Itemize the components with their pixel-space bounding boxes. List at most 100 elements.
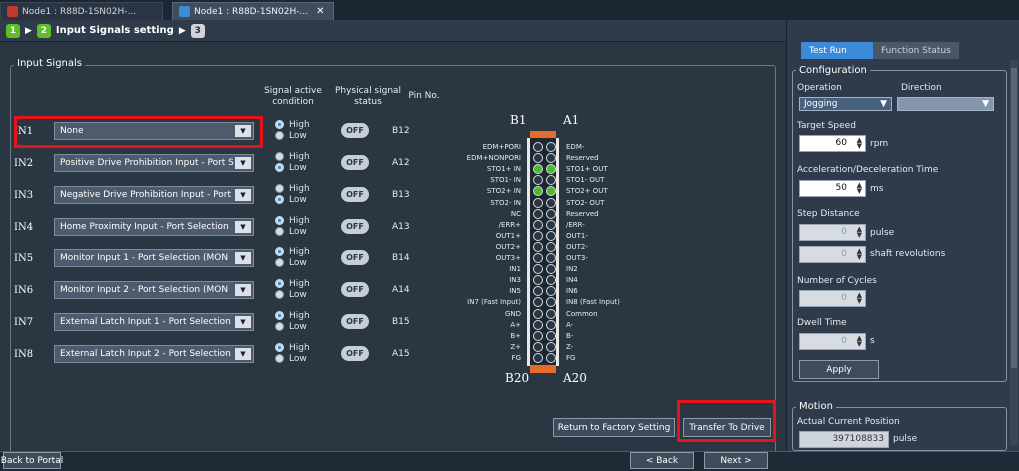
connector-pin	[533, 208, 543, 219]
physical-status-indicator: OFF	[341, 314, 369, 329]
connector-pin	[546, 253, 556, 263]
spin-arrows-icon[interactable]: ▲ ▼	[857, 248, 862, 261]
radio-dot	[275, 152, 284, 161]
back-to-portal-button[interactable]: Back to Portal	[1, 452, 63, 469]
connector-pin	[546, 352, 556, 363]
input-function-select[interactable]: External Latch Input 1 - Port Selection ▼	[54, 313, 254, 331]
step-label: Input Signals setting	[55, 25, 174, 36]
configuration-title: Configuration	[796, 65, 870, 76]
radio-high[interactable]: High	[275, 310, 330, 321]
radio-dot	[275, 290, 284, 299]
radio-dot	[275, 184, 284, 193]
radio-dot	[275, 258, 284, 267]
target-speed-input[interactable]: 60 ▲ ▼	[799, 135, 866, 152]
connector-label-left: STO1+ IN	[486, 165, 521, 174]
radio-high[interactable]: High	[275, 183, 330, 194]
physical-status-indicator: OFF	[341, 155, 369, 170]
direction-select[interactable]: ▼	[897, 97, 994, 111]
next-button[interactable]: Next >	[704, 452, 768, 469]
scrollbar-thumb[interactable]	[1011, 68, 1017, 368]
radio-low[interactable]: Low	[275, 194, 330, 205]
spin-arrows-icon[interactable]: ▲ ▼	[857, 226, 862, 239]
chevron-down-icon[interactable]: ▼	[235, 189, 251, 201]
chevron-down-icon[interactable]: ▼	[235, 157, 251, 169]
input-function-select[interactable]: Positive Drive Prohibition Input - Port …	[54, 154, 254, 172]
radio-low-label: Low	[289, 130, 307, 141]
chevron-down-icon[interactable]: ▼	[235, 221, 251, 233]
connector-pin	[546, 319, 556, 330]
spin-arrows-icon[interactable]: ▲ ▼	[857, 137, 862, 150]
input-function-select[interactable]: External Latch Input 2 - Port Selection ▼	[54, 345, 254, 363]
step-rev-input[interactable]: 0 ▲ ▼	[799, 246, 866, 263]
radio-low[interactable]: Low	[275, 289, 330, 300]
tab-node1-a[interactable]: Node1 : R88D-1SN02H-...	[0, 2, 163, 20]
active-condition-radios: High Low	[275, 119, 330, 141]
step-2[interactable]: 2	[36, 23, 51, 38]
chevron-down-icon: ▼	[982, 99, 989, 109]
cycles-input[interactable]: 0 ▲ ▼	[799, 290, 866, 307]
radio-low[interactable]: Low	[275, 130, 330, 141]
connector-label-left: IN5	[509, 287, 521, 296]
input-function-select[interactable]: Monitor Input 2 - Port Selection (MON ▼	[54, 281, 254, 299]
factory-setting-button[interactable]: Return to Factory Setting	[553, 418, 675, 437]
connector-pin	[533, 142, 543, 152]
radio-high[interactable]: High	[275, 342, 330, 353]
window-tab-bar: Node1 : R88D-1SN02H-... Node1 : R88D-1SN…	[0, 0, 1019, 20]
chevron-down-icon[interactable]: ▼	[235, 348, 251, 360]
back-button[interactable]: < Back	[630, 452, 694, 469]
pin-number: B12	[392, 126, 410, 136]
accel-unit: ms	[870, 184, 884, 194]
tab-function-status[interactable]: Function Status	[873, 42, 959, 59]
connector-label-right: STO1- OUT	[566, 176, 605, 185]
physical-status-indicator: OFF	[341, 123, 369, 138]
pin-number: B13	[392, 190, 410, 200]
pin-number: A12	[392, 158, 410, 168]
apply-button[interactable]: Apply	[799, 360, 879, 379]
input-function-select[interactable]: Negative Drive Prohibition Input - Port …	[54, 186, 254, 204]
tab-test-run[interactable]: Test Run	[801, 42, 873, 59]
connector-label-right: /ERR-	[566, 220, 585, 229]
input-function-value: Monitor Input 2 - Port Selection (MON	[60, 285, 229, 295]
dwell-input[interactable]: 0 ▲ ▼	[799, 333, 866, 350]
radio-high[interactable]: High	[275, 246, 330, 257]
connector-pin	[546, 341, 556, 352]
accel-input[interactable]: 50 ▲ ▼	[799, 180, 866, 197]
spin-arrows-icon[interactable]: ▲ ▼	[857, 335, 862, 348]
operation-value: Jogging	[804, 99, 838, 109]
input-label: IN4	[14, 222, 34, 233]
connector-pin	[533, 219, 543, 230]
input-function-select[interactable]: Monitor Input 1 - Port Selection (MON ▼	[54, 249, 254, 267]
radio-high[interactable]: High	[275, 278, 330, 289]
step-3[interactable]: 3	[190, 23, 205, 38]
step-pulse-input[interactable]: 0 ▲ ▼	[799, 224, 866, 241]
connector-label-left: STO2- IN	[490, 198, 521, 207]
input-function-select[interactable]: Home Proximity Input - Port Selection ▼	[54, 218, 254, 236]
input-function-value: Negative Drive Prohibition Input - Port …	[60, 190, 234, 200]
radio-low-label: Low	[289, 257, 307, 268]
chevron-down-icon[interactable]: ▼	[235, 252, 251, 264]
radio-low-label: Low	[289, 162, 307, 173]
step-1[interactable]: 1	[6, 23, 20, 38]
wizard-step-bar: 1 ▶ 2 Input Signals setting ▶ 3	[0, 20, 786, 42]
connector-pin	[533, 253, 543, 263]
radio-low[interactable]: Low	[275, 321, 330, 332]
chevron-down-icon[interactable]: ▼	[235, 284, 251, 296]
radio-high[interactable]: High	[275, 119, 330, 130]
close-icon[interactable]: ✕	[316, 6, 324, 17]
active-condition-radios: High Low	[275, 183, 330, 205]
radio-high[interactable]: High	[275, 151, 330, 162]
operation-label: Operation	[797, 83, 842, 93]
operation-select[interactable]: Jogging ▼	[799, 97, 892, 111]
radio-low[interactable]: Low	[275, 162, 330, 173]
spin-arrows-icon[interactable]: ▲ ▼	[857, 292, 862, 305]
radio-low[interactable]: Low	[275, 353, 330, 364]
radio-high[interactable]: High	[275, 215, 330, 226]
spin-arrows-icon[interactable]: ▲ ▼	[857, 182, 862, 195]
radio-low[interactable]: Low	[275, 257, 330, 268]
actual-position-label: Actual Current Position	[797, 417, 900, 427]
chevron-down-icon[interactable]: ▼	[235, 316, 251, 328]
connector-pin	[533, 330, 543, 341]
tab-node1-b[interactable]: Node1 : R88D-1SN02H-... ✕	[172, 2, 334, 20]
connector-pin	[546, 219, 556, 230]
radio-low[interactable]: Low	[275, 226, 330, 237]
